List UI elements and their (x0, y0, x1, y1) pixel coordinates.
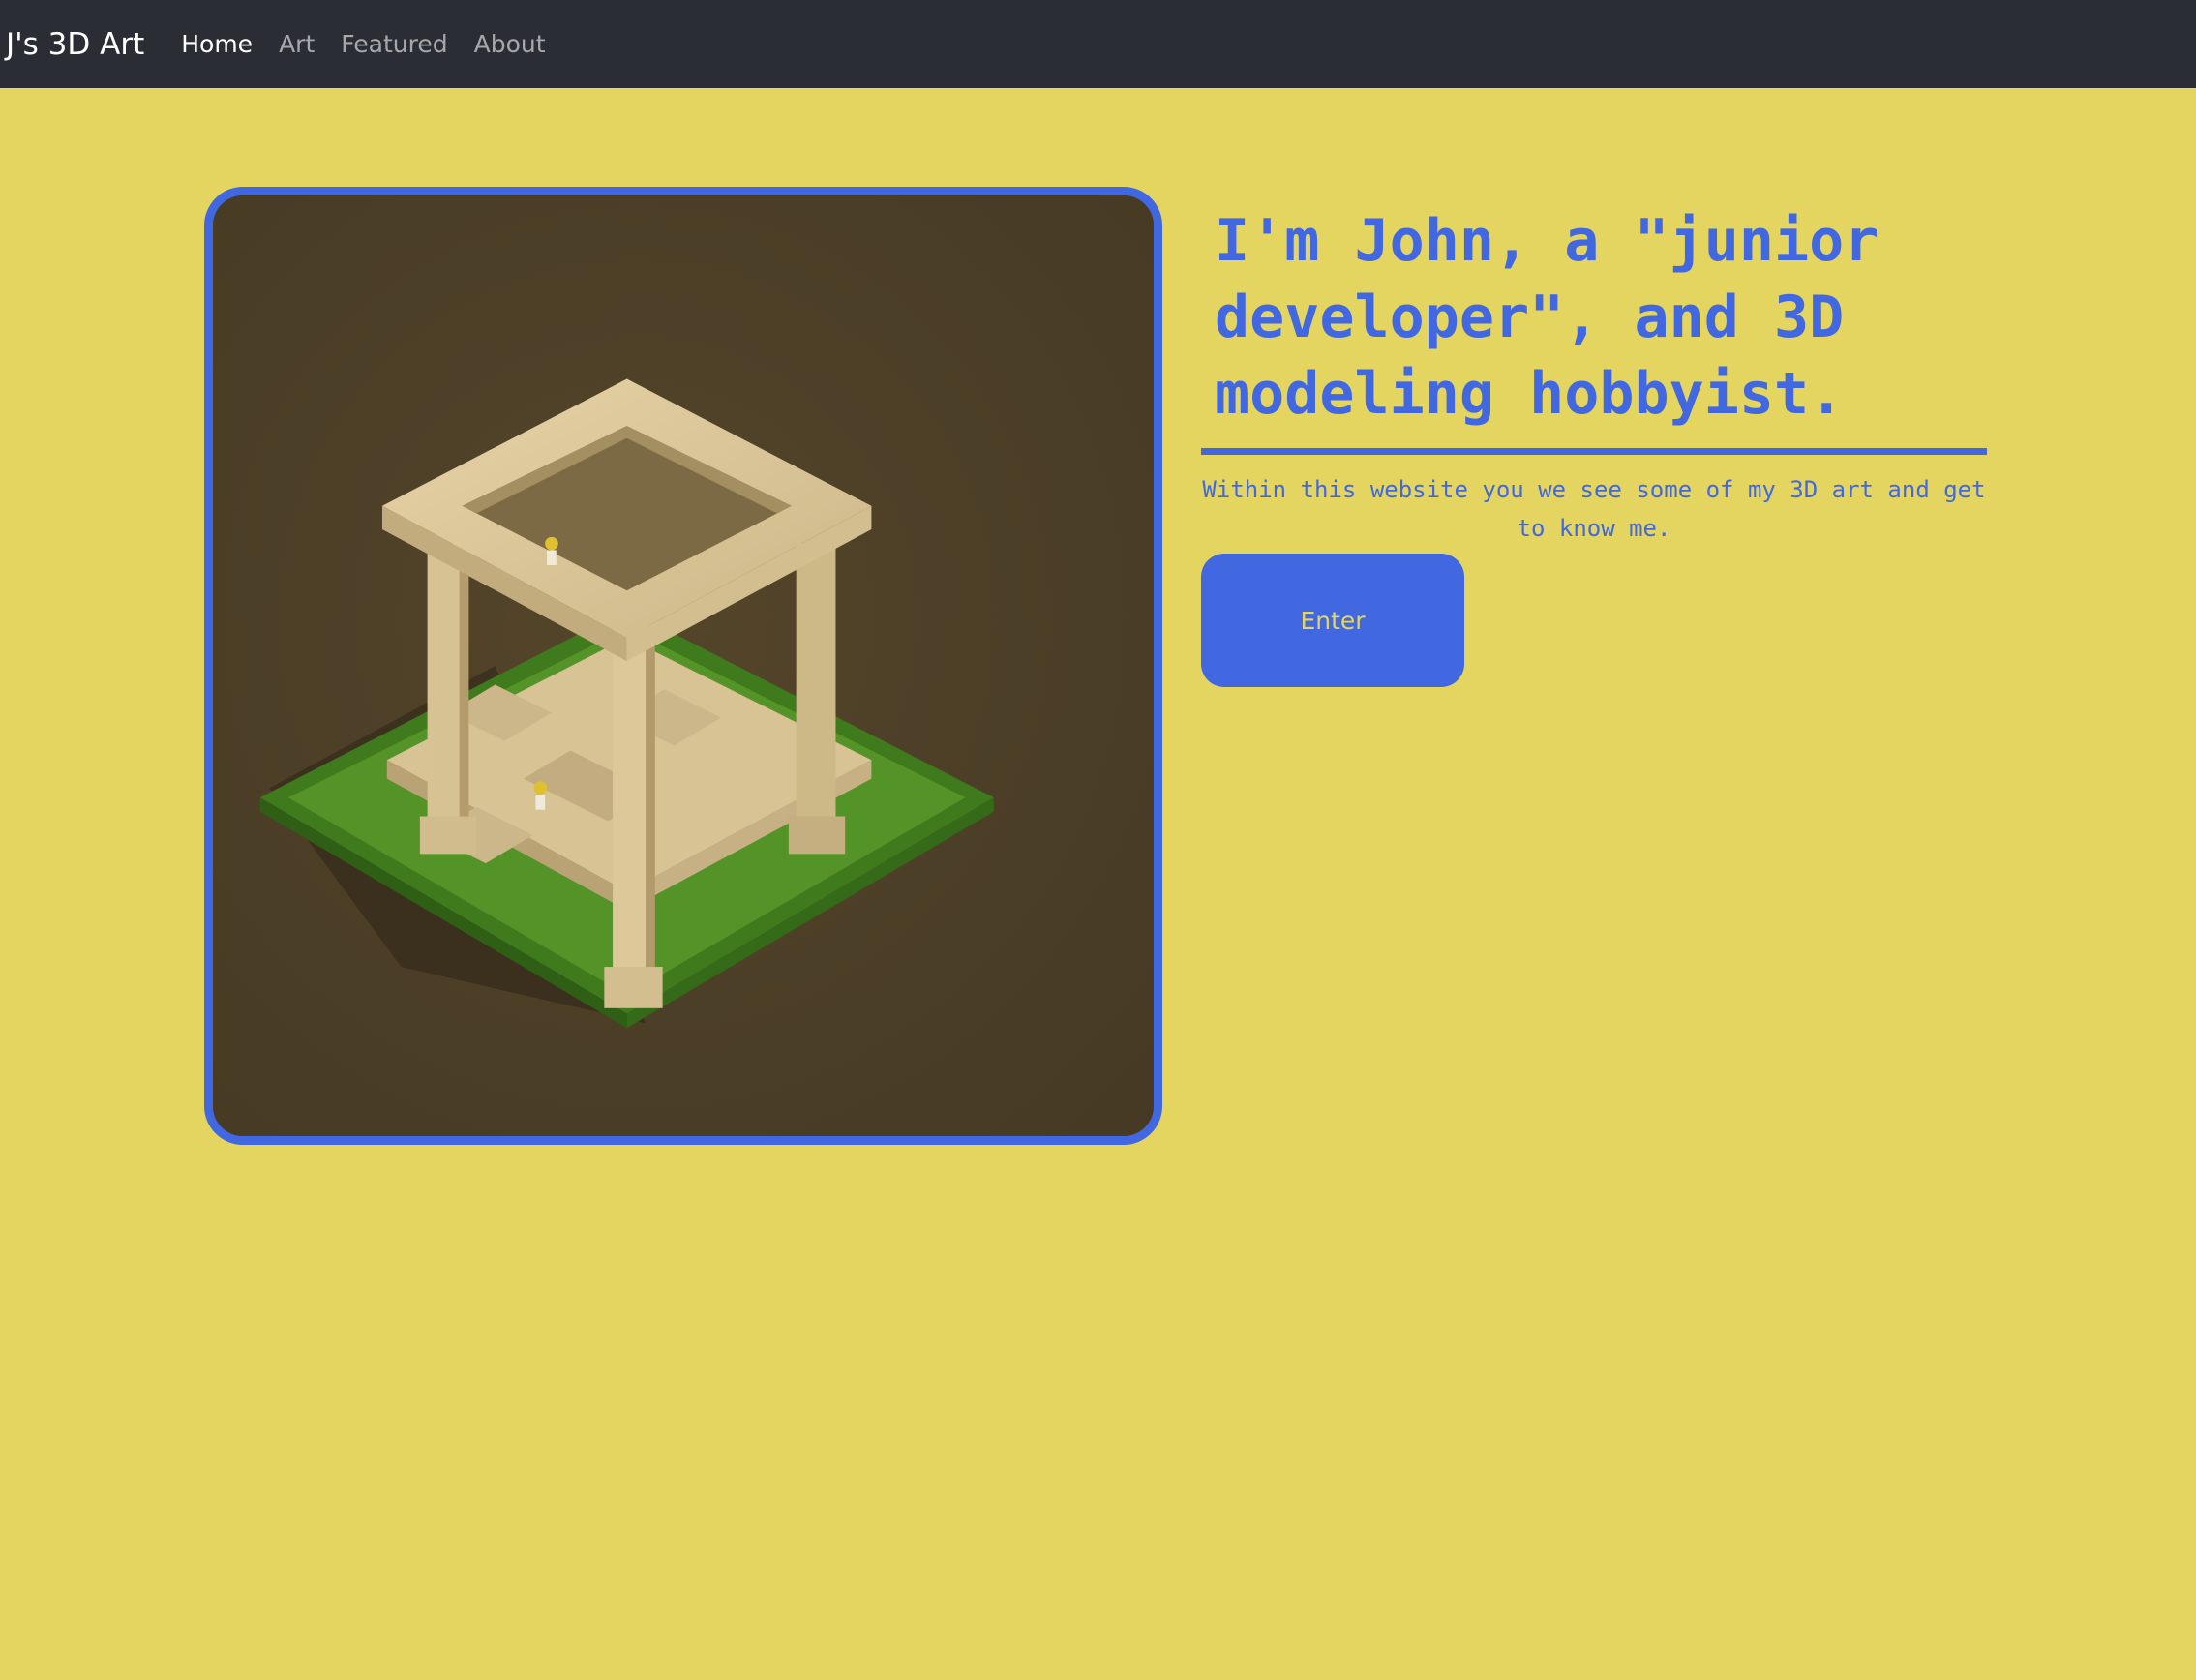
hero-headline: I'm John, a "junior developer", and 3D m… (1215, 207, 1880, 428)
hero-subtext: Within this website you we see some of m… (1202, 476, 1986, 542)
pavilion-render (213, 195, 1154, 1136)
headline-divider (1201, 448, 1987, 455)
nav-link-art[interactable]: Art (279, 30, 315, 58)
nav-link-about[interactable]: About (474, 30, 546, 58)
nav-link-featured[interactable]: Featured (341, 30, 447, 58)
site-brand[interactable]: J's 3D Art (6, 27, 144, 62)
top-navbar: J's 3D Art Home Art Featured About (0, 0, 2196, 88)
hero-artwork-image (204, 187, 1162, 1145)
enter-button[interactable]: Enter (1201, 554, 1464, 687)
nav-link-home[interactable]: Home (181, 30, 253, 58)
